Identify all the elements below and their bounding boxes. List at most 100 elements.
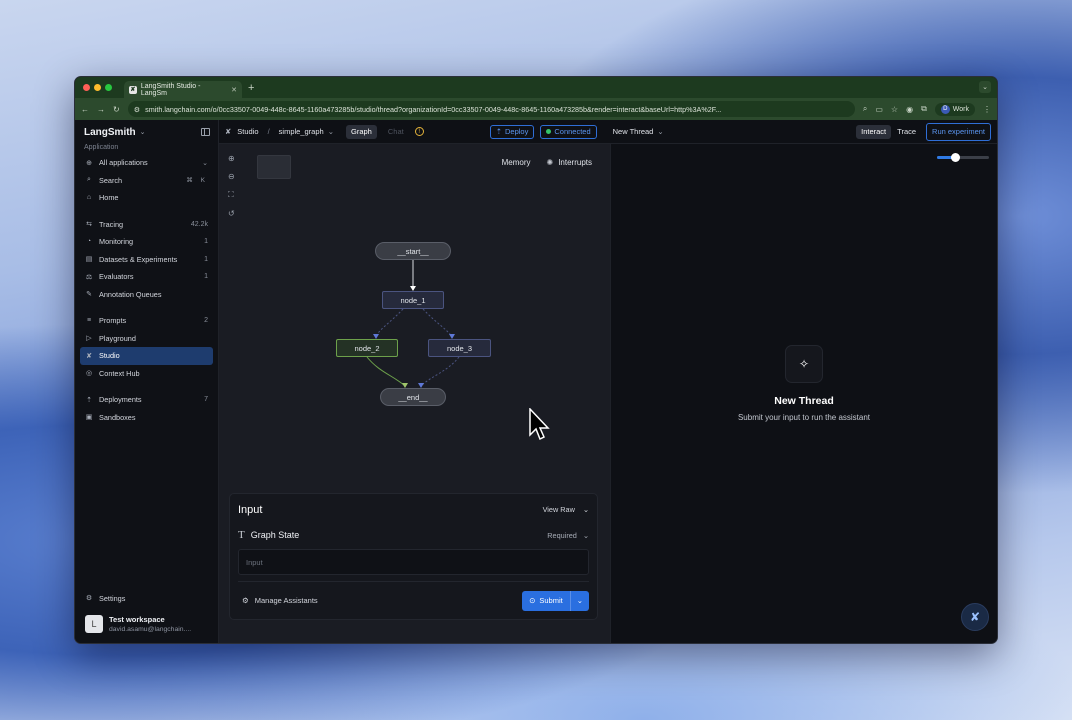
browser-tab[interactable]: ✘ LangSmith Studio - LangSm ✕ [124,81,242,98]
graph-node-end[interactable]: __end__ [380,388,446,406]
extensions-puzzle-icon[interactable]: ⧉ [921,104,927,114]
search-icon: ⌕ [87,176,91,184]
thread-selector[interactable]: New Thread ⌄ [613,127,664,136]
bookmark-star-icon[interactable]: ☆ [891,105,898,114]
sidebar: LangSmith ⌄ Application ⊕ All applicatio… [75,120,219,643]
sidebar-item-annotation-queues[interactable]: ✎ Annotation Queues [80,286,213,304]
evaluators-icon: ⚖ [85,273,93,281]
workspace-body: ⊕ ⊖ ⛶ ↺ Memory ✺ Interrupts __start__ no… [219,144,997,643]
connection-status[interactable]: Connected [540,124,597,139]
studio-icon: ✘ [225,127,232,136]
graph-node-3[interactable]: node_3 [428,339,491,357]
langsmith-favicon-icon: ✘ [129,85,137,94]
rocket-icon: ⇡ [495,127,502,136]
view-raw-dropdown[interactable]: View Raw ⌄ [543,505,589,514]
sidebar-item-settings[interactable]: ⚙ Settings [80,590,213,608]
close-window-button[interactable] [83,84,90,91]
graph-canvas[interactable]: ⊕ ⊖ ⛶ ↺ Memory ✺ Interrupts __start__ no… [219,144,611,643]
empty-thread-state: ✧ New Thread Submit your input to run th… [611,345,997,422]
browser-window: ✘ LangSmith Studio - LangSm ✕ + ⌄ ← → ↻ … [74,76,998,644]
run-experiment-button[interactable]: Run experiment [926,122,991,141]
edge-node2-end [366,356,406,387]
sidebar-item-label: Deployments [99,395,142,405]
rocket-icon: ⇡ [86,396,92,404]
graph-node-start[interactable]: __start__ [375,242,451,260]
browser-menu-icon[interactable]: ⋮ [983,105,991,114]
tab-graph[interactable]: Graph [346,124,377,139]
profile-button[interactable]: D Work [934,102,975,116]
sidebar-item-search[interactable]: ⌕ Search ⌘ K [80,172,213,190]
submit-button[interactable]: ⊙ Submit [522,590,571,611]
sidebar-item-prompts[interactable]: ≡ Prompts 2 [80,312,213,330]
sidebar-item-evaluators[interactable]: ⚖ Evaluators 1 [80,268,213,286]
collapse-sidebar-icon[interactable] [201,128,210,136]
sidebar-item-deployments[interactable]: ⇡ Deployments 7 [80,391,213,409]
slider-knob[interactable] [951,153,960,162]
tab-interact[interactable]: Interact [856,124,892,139]
mouse-cursor-icon [529,408,550,441]
address-bar-row: ← → ↻ ⚙ smith.langchain.com/o/0cc33507-0… [75,98,997,120]
url-bar[interactable]: ⚙ smith.langchain.com/o/0cc33507-0049-44… [127,101,855,117]
main-area: ✘ Studio / simple_graph ⌄ Graph Chat ! ⇡… [219,120,997,643]
tab-search-button[interactable]: ⌄ [979,81,991,93]
sidebar-item-playground[interactable]: ▷ Playground [80,330,213,348]
workspace-switcher[interactable]: L Test workspace david.asamu@langchain..… [80,611,213,643]
brand-switcher[interactable]: LangSmith ⌄ [80,120,213,144]
tab-title: LangSmith Studio - LangSm [140,82,201,97]
forward-icon[interactable]: → [97,105,105,114]
required-label: Required [547,530,577,540]
graph-state-input[interactable]: Input [238,549,589,575]
submit-options-chevron-icon[interactable]: ⌄ [571,596,589,605]
sidebar-item-sandboxes[interactable]: ▣ Sandboxes [80,409,213,427]
sidebar-footer: ⚙ Settings L Test workspace david.asamu@… [80,590,213,644]
extension-icon[interactable]: ◉ [906,105,913,114]
zoom-icon[interactable]: ⌕ [863,104,867,114]
url-text: smith.langchain.com/o/0cc33507-0049-448c… [145,104,722,114]
reload-icon[interactable]: ↻ [113,105,120,114]
sidebar-item-tracing[interactable]: ⇆ Tracing 42.2k [80,216,213,234]
new-tab-button[interactable]: + [248,82,254,94]
sidebar-item-label: Playground [99,333,136,343]
breadcrumb-studio[interactable]: Studio [237,127,258,136]
app-selector[interactable]: ⊕ All applications ⌄ [80,154,213,172]
cast-icon[interactable]: ▭ [875,105,883,114]
graph-node-1[interactable]: node_1 [382,291,444,309]
sidebar-item-count: 7 [204,396,208,404]
view-slider[interactable] [937,153,989,162]
graph-state-label: Graph State [250,530,300,540]
site-info-icon[interactable]: ⚙ [134,105,140,114]
box-icon: ▣ [85,414,93,422]
sidebar-item-monitoring[interactable]: ◔ Monitoring 1 [80,233,213,251]
sidebar-item-count: 1 [204,255,208,263]
play-icon: ▷ [86,335,92,343]
chevron-down-icon: ⌄ [327,127,334,136]
chevron-down-icon: ⌄ [582,530,589,540]
sidebar-item-studio[interactable]: ✘ Studio [80,347,213,365]
sidebar-item-label: Tracing [99,219,124,229]
back-icon[interactable]: ← [81,105,89,114]
input-placeholder: Input [246,557,263,567]
minimize-window-button[interactable] [94,84,101,91]
manage-assistants-label: Manage Assistants [254,596,318,605]
manage-assistants-button[interactable]: ⚙ Manage Assistants [238,596,318,605]
close-tab-icon[interactable]: ✕ [231,86,237,94]
tab-chat[interactable]: Chat [383,125,409,139]
deploy-button[interactable]: ⇡ Deploy [489,124,535,139]
graph-node-2[interactable]: node_2 [336,339,398,357]
warning-icon[interactable]: ! [414,127,424,136]
sidebar-item-home[interactable]: ⌂ Home [80,189,213,207]
tab-trace[interactable]: Trace [897,127,916,136]
maximize-window-button[interactable] [105,84,112,91]
database-icon: ▤ [85,256,93,264]
sidebar-item-datasets[interactable]: ▤ Datasets & Experiments 1 [80,251,213,269]
sidebar-item-context-hub[interactable]: ◎ Context Hub [80,365,213,383]
studio-topbar: ✘ Studio / simple_graph ⌄ Graph Chat ! ⇡… [219,120,997,144]
sidebar-item-label: Home [99,193,119,203]
edge-node1-node2 [375,308,404,338]
input-panel-title: Input [238,503,263,516]
sidebar-item-count: 1 [204,273,208,281]
assistant-fab-icon[interactable]: ✘ [961,603,989,631]
required-dropdown[interactable]: Required ⌄ [547,531,589,540]
graph-selector[interactable]: simple_graph ⌄ [279,127,334,136]
browser-tabstrip: ✘ LangSmith Studio - LangSm ✕ + ⌄ [75,77,997,98]
